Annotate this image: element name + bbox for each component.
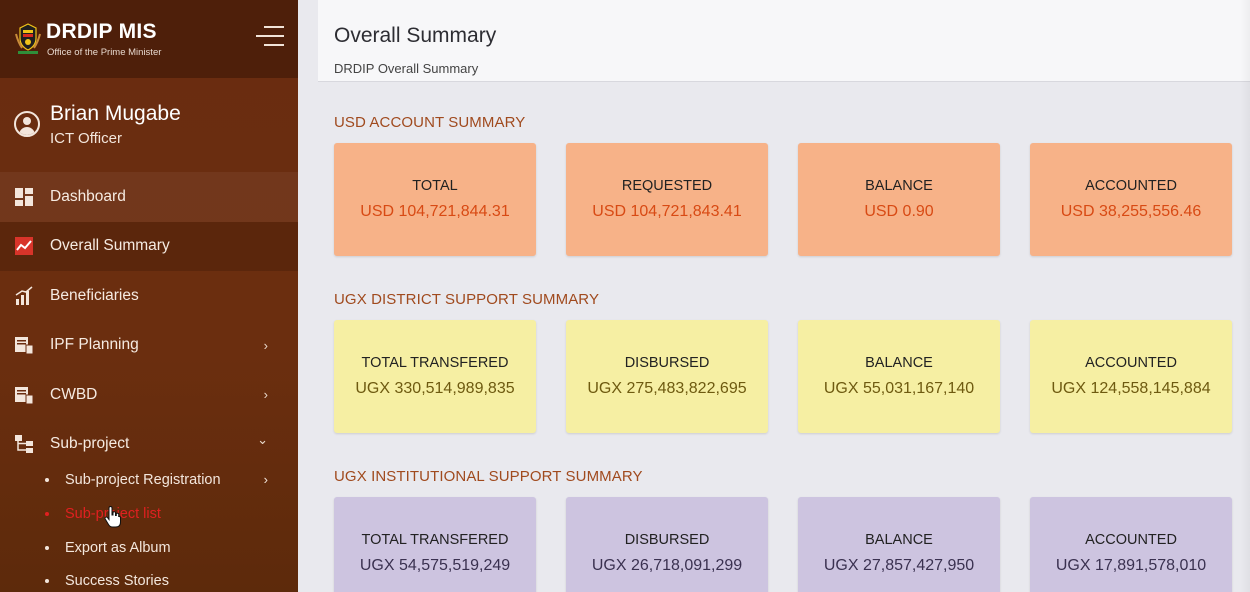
sitemap-icon [15, 435, 33, 454]
ugx-district-balance-card[interactable]: BALANCE UGX 55,031,167,140 [798, 320, 1000, 433]
chevron-right-icon: › [263, 472, 268, 487]
coat-of-arms-logo [15, 23, 41, 54]
user-avatar-icon [14, 111, 40, 137]
report-icon [15, 337, 34, 355]
sidebar-item-label: Beneficiaries [50, 286, 139, 304]
usd-balance-card[interactable]: BALANCE USD 0.90 [798, 143, 1000, 256]
sub-item-album[interactable]: Export as Album [0, 532, 298, 566]
sub-item-label: Sub-project Registration [65, 472, 221, 488]
hand-cursor-icon [104, 506, 121, 528]
sidebar-item-label: Sub-project [50, 435, 130, 453]
usd-section-title: USD ACCOUNT SUMMARY [334, 114, 526, 131]
card-value: UGX 55,031,167,140 [823, 380, 975, 397]
card-label: REQUESTED [621, 178, 713, 194]
ugx-district-accounted-card[interactable]: ACCOUNTED UGX 124,558,145,884 [1030, 320, 1232, 433]
dashboard-icon [15, 187, 33, 206]
sidebar-item-sub-project[interactable]: Sub-project ⌄ [0, 420, 298, 470]
user-role: ICT Officer [50, 130, 122, 147]
sidebar-item-label: IPF Planning [50, 336, 139, 354]
sidebar-item-overall-summary[interactable]: Overall Summary [0, 221, 298, 271]
card-label: TOTAL [412, 178, 458, 194]
card-value: UGX 54,575,519,249 [359, 557, 511, 574]
sub-item-label: Export as Album [65, 540, 171, 556]
card-label: BALANCE [865, 532, 933, 548]
main-content: Overall Summary DRDIP Overall Summary US… [318, 0, 1250, 592]
card-value: USD 104,721,843.41 [592, 203, 742, 220]
card-label: TOTAL TRANSFERED [361, 355, 509, 371]
card-label: DISBURSED [624, 355, 710, 371]
card-value: UGX 124,558,145,884 [1051, 380, 1211, 397]
user-name: Brian Mugabe [50, 102, 181, 125]
sub-item-label: Success Stories [65, 573, 169, 589]
card-label: TOTAL TRANSFERED [361, 532, 509, 548]
sub-item-list[interactable]: Sub-project list [0, 498, 298, 532]
app-title: DRDIP MIS [46, 20, 157, 43]
user-panel: Brian Mugabe ICT Officer [0, 78, 298, 170]
sidebar-item-dashboard[interactable]: Dashboard [0, 172, 298, 222]
hamburger-menu-icon[interactable] [256, 26, 284, 48]
line-chart-icon [15, 237, 33, 256]
sidebar-item-cwbd[interactable]: CWBD › [0, 370, 298, 420]
report-icon [15, 386, 34, 405]
card-value: UGX 27,857,427,950 [823, 557, 975, 574]
sidebar: DRDIP MIS Office of the Prime Minister B… [0, 0, 298, 592]
sidebar-item-label: Overall Summary [50, 237, 170, 255]
sidebar-item-label: Dashboard [50, 187, 126, 205]
card-label: DISBURSED [624, 532, 710, 548]
ugx-institutional-balance-card[interactable]: BALANCE UGX 27,857,427,950 [798, 497, 1000, 592]
card-value: UGX 275,483,822,695 [587, 380, 747, 397]
ugx-institutional-accounted-card[interactable]: ACCOUNTED UGX 17,891,578,010 [1030, 497, 1232, 592]
page-subtitle: DRDIP Overall Summary [334, 61, 479, 76]
ugx-district-section-title: UGX DISTRICT SUPPORT SUMMARY [334, 291, 600, 308]
card-value: UGX 330,514,989,835 [355, 380, 515, 397]
app-subtitle: Office of the Prime Minister [47, 47, 162, 58]
card-value: UGX 26,718,091,299 [591, 557, 743, 574]
usd-requested-card[interactable]: REQUESTED USD 104,721,843.41 [566, 143, 768, 256]
sidebar-item-ipf-planning[interactable]: IPF Planning › [0, 321, 298, 371]
page-title: Overall Summary [334, 24, 497, 47]
bullet-icon [45, 579, 49, 583]
chevron-right-icon: › [263, 337, 268, 353]
card-label: BALANCE [865, 355, 933, 371]
usd-total-card[interactable]: TOTAL USD 104,721,844.31 [334, 143, 536, 256]
page-header: Overall Summary DRDIP Overall Summary [318, 0, 1250, 82]
bullet-icon [45, 478, 49, 482]
ugx-institutional-total-card[interactable]: TOTAL TRANSFERED UGX 54,575,519,249 [334, 497, 536, 592]
card-label: ACCOUNTED [1085, 178, 1177, 194]
sidebar-item-label: CWBD [50, 385, 98, 403]
chevron-down-icon: ⌄ [257, 431, 268, 447]
card-value: USD 38,255,556.46 [1060, 203, 1202, 220]
ugx-institutional-disbursed-card[interactable]: DISBURSED UGX 26,718,091,299 [566, 497, 768, 592]
bullet-icon [45, 512, 49, 516]
sidebar-nav: Dashboard Overall Summary Beneficiaries [0, 172, 298, 469]
ugx-district-total-card[interactable]: TOTAL TRANSFERED UGX 330,514,989,835 [334, 320, 536, 433]
usd-accounted-card[interactable]: ACCOUNTED USD 38,255,556.46 [1030, 143, 1232, 256]
card-value: USD 0.90 [864, 203, 934, 220]
ugx-district-disbursed-card[interactable]: DISBURSED UGX 275,483,822,695 [566, 320, 768, 433]
bar-chart-icon [15, 286, 33, 305]
sub-item-stories[interactable]: Success Stories [0, 565, 298, 592]
card-label: BALANCE [865, 178, 933, 194]
card-label: ACCOUNTED [1085, 532, 1177, 548]
chevron-right-icon: › [263, 387, 268, 403]
sidebar-item-beneficiaries[interactable]: Beneficiaries [0, 271, 298, 321]
sub-item-registration[interactable]: Sub-project Registration › [0, 464, 298, 498]
bullet-icon [45, 546, 49, 550]
card-value: UGX 17,891,578,010 [1055, 557, 1207, 574]
brand-header: DRDIP MIS Office of the Prime Minister [0, 0, 298, 78]
card-label: ACCOUNTED [1085, 355, 1177, 371]
ugx-institutional-section-title: UGX INSTITUTIONAL SUPPORT SUMMARY [334, 468, 643, 485]
window-edge-shade [1240, 0, 1250, 592]
card-value: USD 104,721,844.31 [360, 203, 510, 220]
